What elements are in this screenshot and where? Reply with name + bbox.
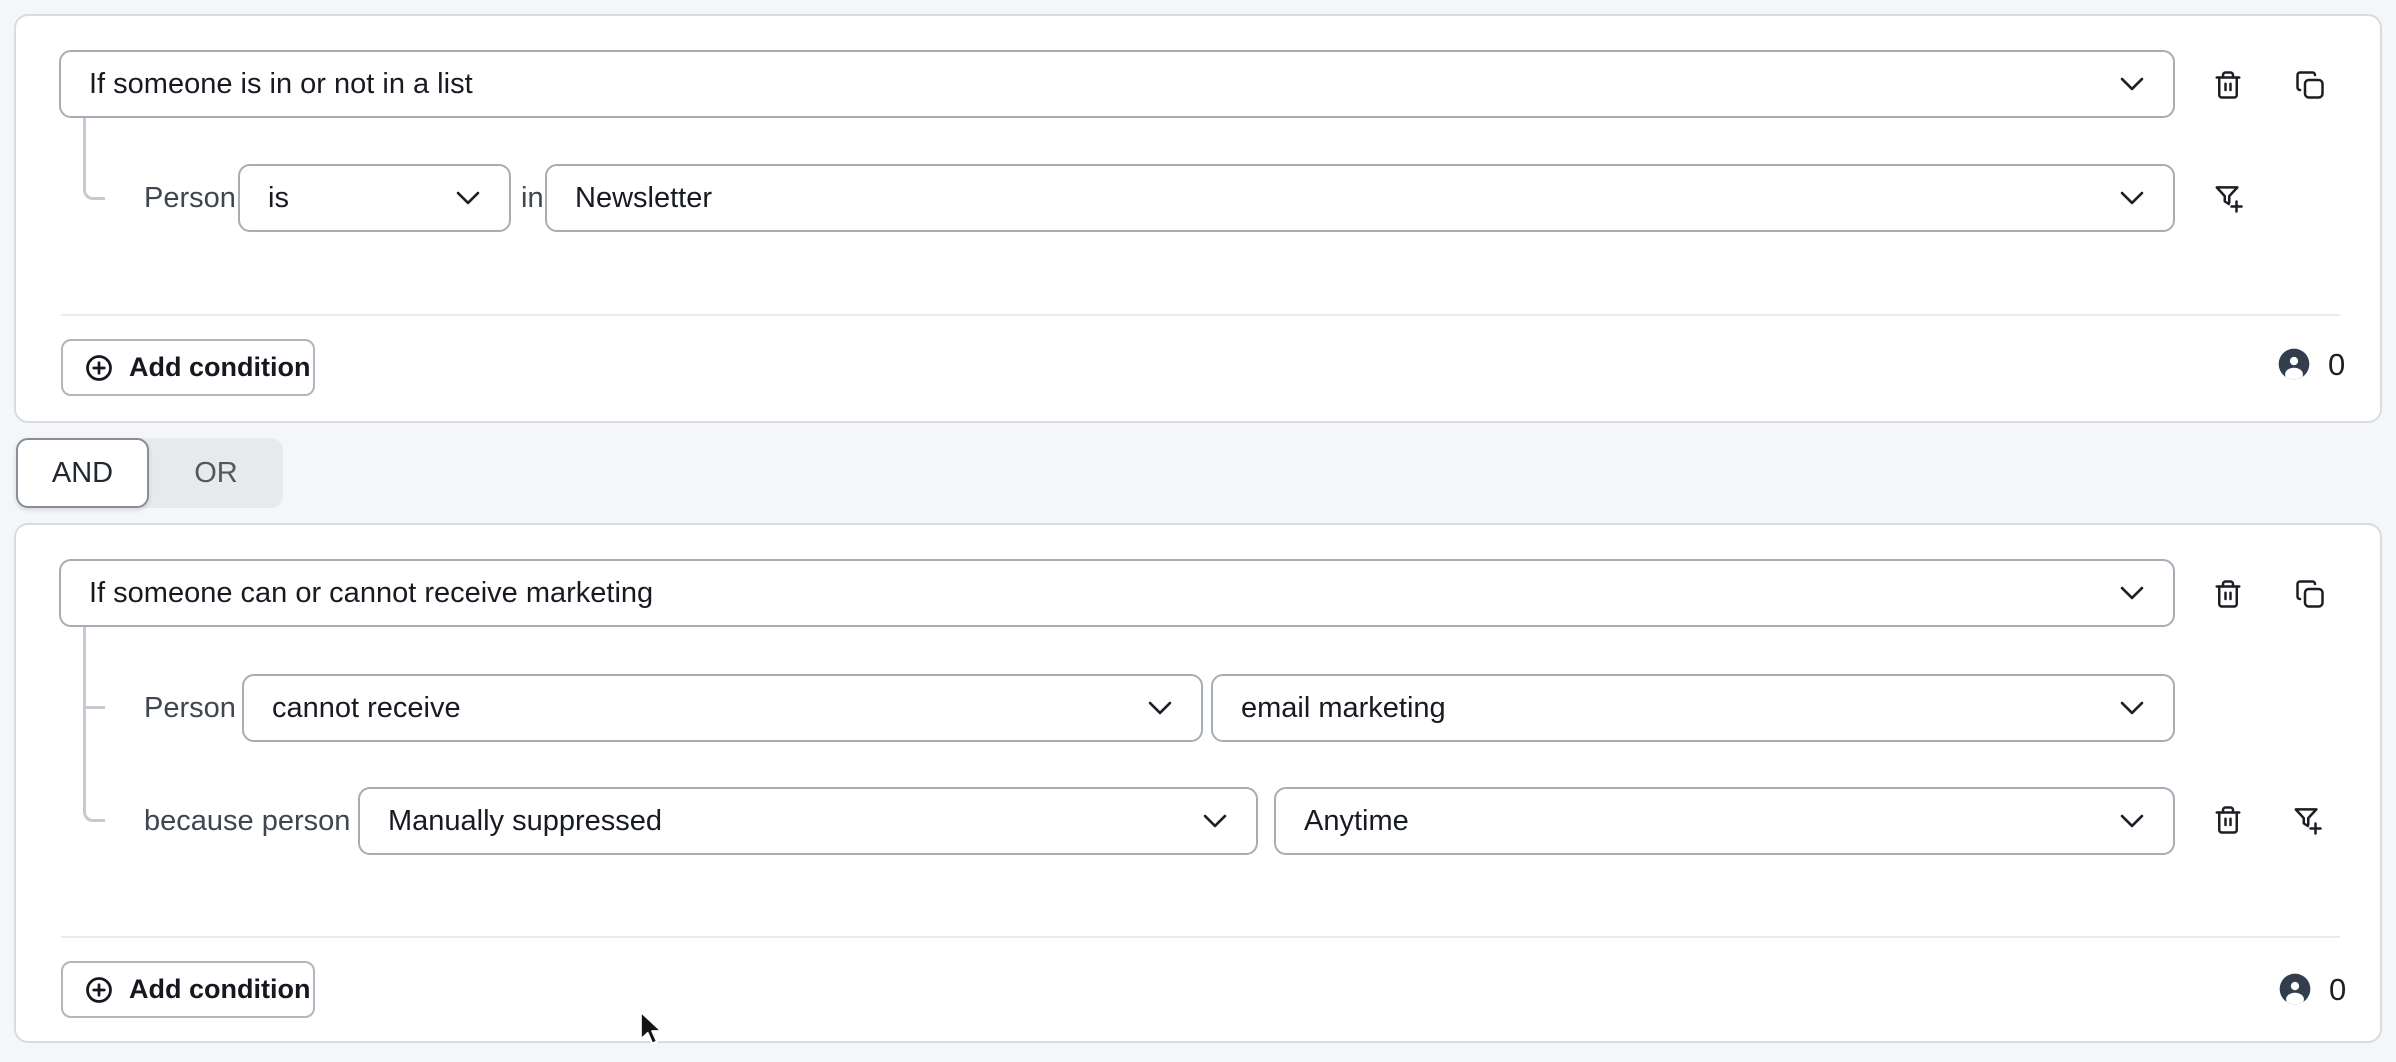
chevron-down-icon: [2115, 67, 2149, 101]
audience-count: 0: [2329, 972, 2346, 1008]
trash-icon: [2213, 805, 2243, 835]
chevron-down-icon: [2115, 691, 2149, 725]
person-icon: [2278, 348, 2310, 380]
chevron-down-icon: [1143, 691, 1177, 725]
membership-operator-select[interactable]: is: [238, 164, 511, 232]
delete-condition-group-button[interactable]: [2206, 572, 2250, 616]
reachability-operator-select[interactable]: cannot receive: [242, 674, 1203, 742]
audience-count: 0: [2328, 347, 2345, 383]
add-condition-button[interactable]: Add condition: [61, 961, 315, 1018]
reason-value: Manually suppressed: [388, 805, 662, 838]
condition-type-select[interactable]: If someone can or cannot receive marketi…: [59, 559, 2175, 627]
tree-connector-branch: [85, 706, 105, 709]
chevron-down-icon: [451, 181, 485, 215]
reason-label: because person: [144, 787, 350, 855]
reason-select[interactable]: Manually suppressed: [358, 787, 1258, 855]
trash-icon: [2213, 70, 2243, 100]
condition-type-value: If someone is in or not in a list: [89, 68, 473, 101]
list-value: Newsletter: [575, 182, 712, 215]
group-footer-divider: [61, 314, 2340, 316]
timeframe-select[interactable]: Anytime: [1274, 787, 2175, 855]
trash-icon: [2213, 579, 2243, 609]
delete-condition-group-button[interactable]: [2206, 63, 2250, 107]
add-condition-label: Add condition: [129, 974, 310, 1005]
add-condition-button[interactable]: Add condition: [61, 339, 315, 396]
or-button[interactable]: OR: [149, 438, 283, 508]
group-footer-divider: [61, 936, 2340, 938]
add-filter-button[interactable]: [2285, 798, 2329, 842]
duplicate-condition-group-button[interactable]: [2288, 63, 2332, 107]
delete-row-button[interactable]: [2206, 798, 2250, 842]
filter-plus-icon: [2292, 805, 2322, 835]
copy-icon: [2295, 579, 2325, 609]
subject-label: Person: [144, 674, 236, 742]
subject-label: Person: [144, 164, 236, 232]
chevron-down-icon: [2115, 576, 2149, 610]
condition-type-value: If someone can or cannot receive marketi…: [89, 577, 653, 610]
copy-icon: [2295, 70, 2325, 100]
and-button[interactable]: AND: [16, 438, 149, 508]
channel-value: email marketing: [1241, 692, 1446, 725]
condition-group-2: If someone can or cannot receive marketi…: [14, 523, 2382, 1043]
chevron-down-icon: [2115, 181, 2149, 215]
condition-group-1: If someone is in or not in a list Person…: [14, 14, 2382, 423]
reachability-operator-value: cannot receive: [272, 692, 461, 725]
and-or-toggle: AND OR: [16, 438, 283, 508]
person-icon: [2279, 973, 2311, 1005]
tree-connector: [83, 118, 105, 200]
chevron-down-icon: [2115, 804, 2149, 838]
plus-circle-icon: [84, 353, 114, 383]
timeframe-value: Anytime: [1304, 805, 1409, 838]
membership-operator-value: is: [268, 182, 289, 215]
add-filter-button[interactable]: [2206, 176, 2250, 220]
channel-select[interactable]: email marketing: [1211, 674, 2175, 742]
list-select[interactable]: Newsletter: [545, 164, 2175, 232]
chevron-down-icon: [1198, 804, 1232, 838]
duplicate-condition-group-button[interactable]: [2288, 572, 2332, 616]
condition-type-select[interactable]: If someone is in or not in a list: [59, 50, 2175, 118]
filter-plus-icon: [2213, 183, 2243, 213]
preposition-label: in: [521, 164, 544, 232]
add-condition-label: Add condition: [129, 352, 310, 383]
plus-circle-icon: [84, 975, 114, 1005]
tree-connector: [83, 627, 105, 822]
